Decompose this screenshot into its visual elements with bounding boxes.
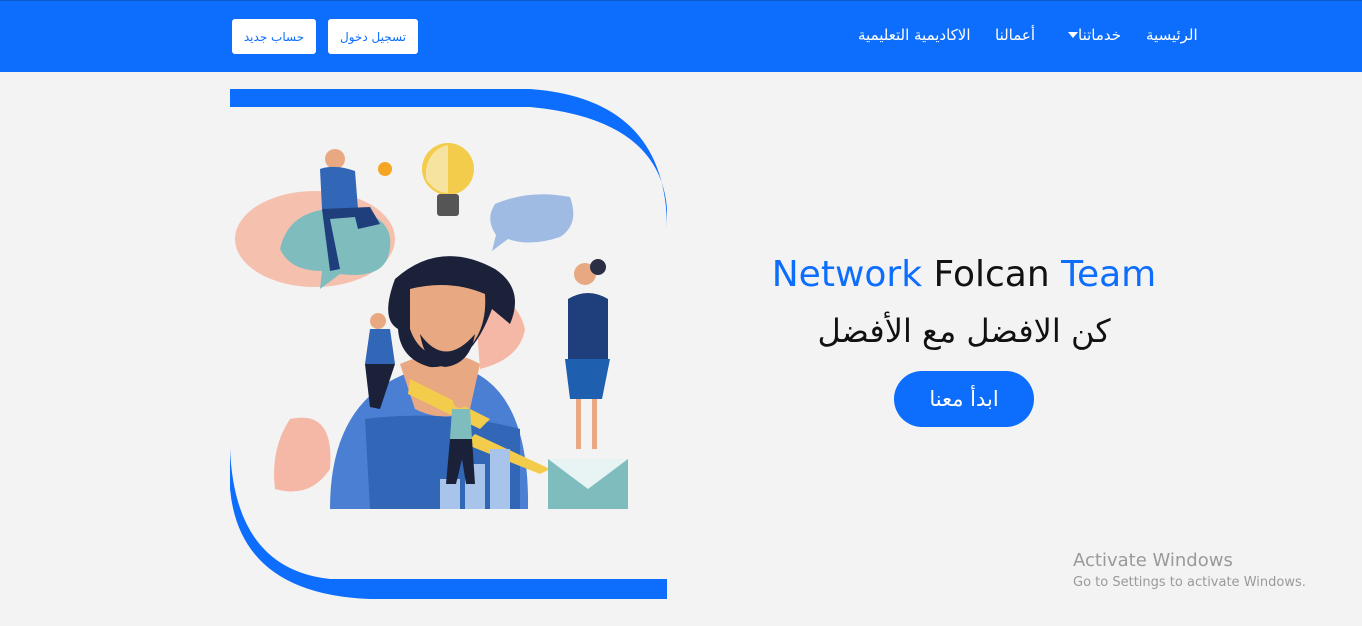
start-with-us-button[interactable]: ابدأ معنا	[894, 371, 1034, 427]
caret-down-icon	[1068, 32, 1078, 38]
signup-button[interactable]: حساب جديد	[232, 19, 316, 54]
nav-link-home[interactable]: الرئيسية	[1146, 23, 1198, 47]
nav-link-works[interactable]: أعمالنا	[995, 23, 1035, 47]
hero-illustration	[230, 89, 667, 599]
hero-title-word-2: Folcan	[933, 254, 1050, 295]
nav-link-academy[interactable]: الاكاديمية التعليمية	[858, 23, 971, 47]
hero-illustration-frame	[230, 89, 667, 599]
watermark-subtitle: Go to Settings to activate Windows.	[1073, 575, 1306, 590]
nav-link-services[interactable]: خدماتنا	[1066, 23, 1121, 47]
nav-services-label: خدماتنا	[1078, 26, 1122, 44]
hero-subtitle: كن الافضل مع الأفضل	[817, 312, 1111, 350]
login-button[interactable]: تسجيل دخول	[328, 19, 418, 54]
watermark-title: Activate Windows	[1073, 550, 1233, 571]
top-navbar: حساب جديد تسجيل دخول الرئيسية خدماتنا أع…	[0, 0, 1362, 72]
hero-title-word-3: Team	[1061, 254, 1157, 295]
hero-title-word-1: Network	[771, 254, 923, 295]
activate-windows-watermark: Activate Windows Go to Settings to activ…	[1073, 549, 1306, 593]
hero-title: Network Folcan Team	[740, 250, 1188, 300]
